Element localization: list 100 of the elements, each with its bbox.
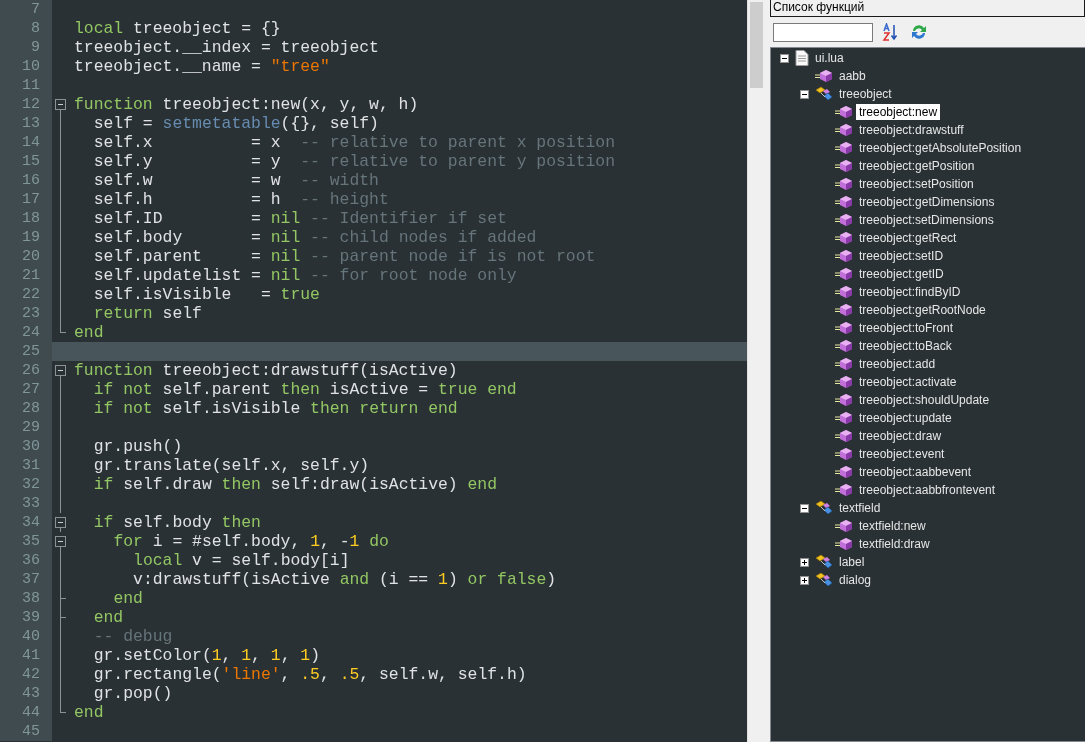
- function-cube-icon: [835, 429, 853, 443]
- code-line: local treeobject = {}: [74, 19, 281, 38]
- function-cube-icon: [835, 447, 853, 461]
- class-icon: [815, 554, 833, 570]
- code-line: for i = #self.body, 1, -1 do: [113, 532, 389, 551]
- class-icon: [815, 572, 833, 588]
- tree-item[interactable]: treeobject:add: [856, 356, 939, 372]
- class-icon: [815, 500, 833, 516]
- fold-collapse-icon[interactable]: [55, 99, 66, 110]
- tree-item[interactable]: treeobject:getRootNode: [856, 302, 989, 318]
- tree-item[interactable]: treeobject:getID: [856, 266, 947, 282]
- file-icon: [795, 50, 809, 66]
- code-line: self.w = w -- width: [93, 171, 379, 190]
- code-line: v:drawstuff(isActive and (i == 1) or false): [133, 570, 557, 589]
- tree-item[interactable]: label: [836, 554, 868, 570]
- code-line: end: [93, 608, 124, 627]
- tree-item[interactable]: treeobject:event: [856, 446, 948, 462]
- function-cube-icon: [835, 123, 853, 137]
- tree-item[interactable]: treeobject: [836, 86, 895, 102]
- line-number: 34: [22, 513, 40, 532]
- line-number: 44: [22, 703, 40, 722]
- line-number: 40: [22, 627, 40, 646]
- tree-item[interactable]: textfield:new: [856, 518, 929, 534]
- function-cube-icon: [835, 375, 853, 389]
- tree-item[interactable]: treeobject:toBack: [856, 338, 955, 354]
- tree-item[interactable]: treeobject:toFront: [856, 320, 957, 336]
- line-number: 22: [22, 285, 40, 304]
- collapse-toggle[interactable]: [799, 503, 809, 513]
- expand-toggle[interactable]: [799, 557, 809, 567]
- line-number: 10: [22, 57, 40, 76]
- tree-item[interactable]: treeobject:setPosition: [856, 176, 977, 192]
- scrollbar-thumb[interactable]: [750, 2, 763, 88]
- code-line: self.isVisible = true: [93, 285, 320, 304]
- function-cube-icon: [835, 195, 853, 209]
- function-cube-icon: [835, 393, 853, 407]
- tree-item[interactable]: treeobject:getPosition: [856, 158, 978, 174]
- vertical-scrollbar[interactable]: [747, 0, 765, 742]
- line-number: 36: [22, 551, 40, 570]
- line-number: 11: [22, 76, 40, 95]
- function-cube-icon: [835, 267, 853, 281]
- line-number: 41: [22, 646, 40, 665]
- code-line: gr.pop(): [93, 684, 173, 703]
- tree-item[interactable]: treeobject:setDimensions: [856, 212, 997, 228]
- tree-item[interactable]: treeobject:update: [856, 410, 955, 426]
- tree-item[interactable]: treeobject:draw: [856, 428, 945, 444]
- tree-item[interactable]: treeobject:getRect: [856, 230, 960, 246]
- code-line: self.y = y -- relative to parent y position: [93, 152, 615, 171]
- code-line: gr.translate(self.x, self.y): [93, 456, 370, 475]
- code-line: self.ID = nil -- Identifier if set: [93, 209, 507, 228]
- refresh-icon[interactable]: [909, 22, 929, 42]
- tree-item[interactable]: ui.lua: [812, 50, 847, 66]
- function-cube-icon: [835, 303, 853, 317]
- tree-item[interactable]: treeobject:aabbfrontevent: [856, 482, 999, 498]
- collapse-toggle[interactable]: [779, 53, 789, 63]
- line-number: 18: [22, 209, 40, 228]
- code-line: self.updatelist = nil -- for root node only: [93, 266, 517, 285]
- line-number: 30: [22, 437, 40, 456]
- code-line: function treeobject:drawstuff(isActive): [74, 361, 458, 380]
- code-line: gr.push(): [93, 437, 183, 456]
- line-number: 39: [22, 608, 40, 627]
- function-cube-icon: [835, 141, 853, 155]
- tree-item[interactable]: treeobject:shouldUpdate: [856, 392, 993, 408]
- line-number: 8: [31, 19, 40, 38]
- tree-item[interactable]: textfield: [836, 500, 884, 516]
- code-line: self.h = h -- height: [93, 190, 389, 209]
- function-cube-icon: [835, 411, 853, 425]
- tree-item[interactable]: aabb: [836, 68, 869, 84]
- tree-item[interactable]: treeobject:findByID: [856, 284, 964, 300]
- code-line: return self: [93, 304, 202, 323]
- tree-item[interactable]: treeobject:getDimensions: [856, 194, 998, 210]
- line-number: 20: [22, 247, 40, 266]
- function-cube-icon: [835, 177, 853, 191]
- line-number: 15: [22, 152, 40, 171]
- code-line: self.x = x -- relative to parent x position: [93, 133, 615, 152]
- tree-item[interactable]: treeobject:getAbsolutePosition: [856, 140, 1025, 156]
- function-cube-icon: [835, 159, 853, 173]
- line-number: 43: [22, 684, 40, 703]
- function-cube-icon: [835, 249, 853, 263]
- code-editor[interactable]: [0, 0, 765, 742]
- tree-item[interactable]: dialog: [836, 572, 875, 588]
- class-icon: [815, 86, 833, 102]
- tree-item[interactable]: treeobject:drawstuff: [856, 122, 967, 138]
- tree-item[interactable]: treeobject:activate: [856, 374, 960, 390]
- code-line: self.body = nil -- child nodes if added: [93, 228, 537, 247]
- collapse-toggle[interactable]: [799, 89, 809, 99]
- line-number: 32: [22, 475, 40, 494]
- tree-item[interactable]: treeobject:aabbevent: [856, 464, 975, 480]
- search-field[interactable]: [773, 22, 873, 42]
- fold-collapse-icon[interactable]: [55, 536, 66, 547]
- line-number: 29: [22, 418, 40, 437]
- fold-collapse-icon[interactable]: [55, 517, 66, 528]
- line-number: 37: [22, 570, 40, 589]
- code-line: end: [74, 703, 104, 722]
- tree-item[interactable]: treeobject:new: [856, 104, 941, 120]
- tree-item[interactable]: textfield:draw: [856, 536, 933, 552]
- fold-collapse-icon[interactable]: [55, 365, 66, 376]
- line-number: 33: [22, 494, 40, 513]
- tree-item[interactable]: treeobject:setID: [856, 248, 947, 264]
- expand-toggle[interactable]: [799, 575, 809, 585]
- line-number: 24: [22, 323, 40, 342]
